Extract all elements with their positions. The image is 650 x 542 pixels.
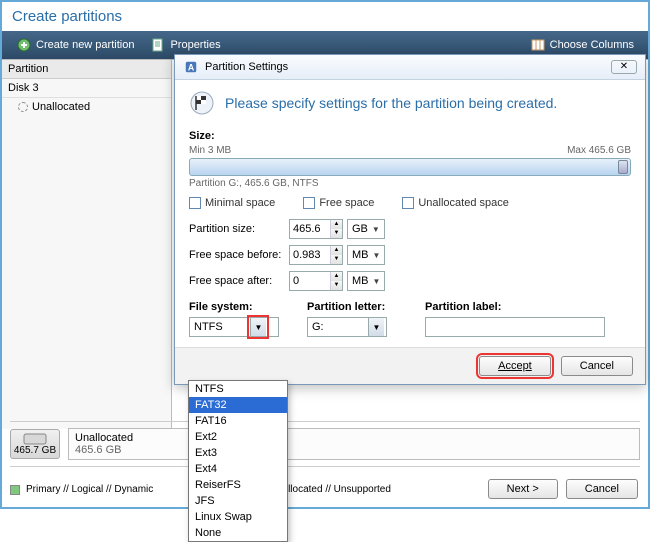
close-icon[interactable]: ✕ <box>611 60 637 74</box>
next-button[interactable]: Next > <box>488 479 558 499</box>
chevron-down-icon[interactable]: ▼ <box>250 318 266 336</box>
tree-disk[interactable]: Disk 3 <box>2 79 171 98</box>
disk-row: 465.7 GB Unallocated 465.6 GB <box>10 421 640 467</box>
free-after-input[interactable]: ▲▼ <box>289 271 343 291</box>
partition-size-input[interactable]: ▲▼ <box>289 219 343 239</box>
legend-swatch-primary <box>10 485 20 495</box>
filesystem-dropdown-list: NTFSFAT32FAT16Ext2Ext3Ext4ReiserFSJFSLin… <box>188 380 288 542</box>
slider-caption: Partition G:, 465.6 GB, NTFS <box>189 178 631 189</box>
partition-label-label: Partition label: <box>425 301 631 313</box>
tree-label: Unallocated <box>32 101 90 113</box>
toolbar-label: Create new partition <box>36 39 134 51</box>
disk-bar-title: Unallocated <box>75 432 133 444</box>
dialog-titlebar: A Partition Settings ✕ <box>175 55 645 80</box>
flag-icon <box>189 90 215 116</box>
page-title: Create partitions <box>2 2 648 31</box>
filesystem-label: File system: <box>189 301 299 313</box>
dropdown-option[interactable]: JFS <box>189 493 287 509</box>
choose-columns-button[interactable]: Choose Columns <box>522 34 642 56</box>
size-slider[interactable] <box>189 158 631 176</box>
free-space-checkbox[interactable]: Free space <box>303 197 374 209</box>
sidebar-header: Partition <box>2 60 171 79</box>
disk-icon: 465.7 GB <box>10 429 60 459</box>
plus-disk-icon <box>16 37 32 53</box>
dropdown-option[interactable]: NTFS <box>189 381 287 397</box>
svg-text:A: A <box>188 63 195 73</box>
free-before-unit[interactable]: MB▼ <box>347 245 385 265</box>
cancel-button[interactable]: Cancel <box>566 479 638 499</box>
partition-size-label: Partition size: <box>189 223 289 235</box>
app-icon: A <box>183 59 199 75</box>
dropdown-option[interactable]: FAT16 <box>189 413 287 429</box>
size-label: Size: <box>189 130 631 142</box>
dialog-subtitle: Please specify settings for the partitio… <box>225 95 557 111</box>
partition-label-input[interactable] <box>425 317 605 337</box>
free-after-label: Free space after: <box>189 275 289 287</box>
slider-handle[interactable] <box>618 160 628 174</box>
dropdown-option[interactable]: Ext2 <box>189 429 287 445</box>
toolbar-label: Choose Columns <box>550 39 634 51</box>
unallocated-icon <box>18 102 28 112</box>
min-size: Min 3 MB <box>189 145 231 156</box>
tree-unallocated[interactable]: Unallocated <box>2 98 171 116</box>
disk-bar-size: 465.6 GB <box>75 444 133 456</box>
page-icon <box>150 37 166 53</box>
legend-primary: Primary // Logical // Dynamic <box>26 484 153 495</box>
max-size: Max 465.6 GB <box>567 145 631 156</box>
free-after-unit[interactable]: MB▼ <box>347 271 385 291</box>
free-before-input[interactable]: ▲▼ <box>289 245 343 265</box>
disk-capacity: 465.7 GB <box>14 445 56 456</box>
dropdown-option[interactable]: ReiserFS <box>189 477 287 493</box>
dropdown-option[interactable]: Ext4 <box>189 461 287 477</box>
partition-letter-combo[interactable]: ▼ <box>307 317 387 337</box>
partition-size-unit[interactable]: GB▼ <box>347 219 385 239</box>
sidebar: Partition Disk 3 Unallocated <box>2 60 172 429</box>
cancel-button[interactable]: Cancel <box>561 356 633 376</box>
unallocated-space-checkbox[interactable]: Unallocated space <box>402 197 509 209</box>
dialog-title-text: Partition Settings <box>205 61 288 73</box>
dropdown-option[interactable]: Ext3 <box>189 445 287 461</box>
partition-letter-label: Partition letter: <box>307 301 417 313</box>
create-partition-button[interactable]: Create new partition <box>8 34 142 56</box>
toolbar-label: Properties <box>170 39 220 51</box>
partition-settings-dialog: A Partition Settings ✕ Please specify se… <box>174 54 646 385</box>
disk-bar[interactable]: Unallocated 465.6 GB <box>68 428 640 460</box>
chevron-down-icon[interactable]: ▼ <box>368 318 384 336</box>
minimal-space-checkbox[interactable]: Minimal space <box>189 197 275 209</box>
properties-button[interactable]: Properties <box>142 34 228 56</box>
dropdown-option[interactable]: FAT32 <box>189 397 287 413</box>
accept-button[interactable]: Accept <box>479 356 551 376</box>
filesystem-combo[interactable]: ▼ <box>189 317 279 337</box>
dropdown-option[interactable]: Linux Swap <box>189 509 287 525</box>
dropdown-option[interactable]: None <box>189 525 287 541</box>
columns-icon <box>530 37 546 53</box>
free-before-label: Free space before: <box>189 249 289 261</box>
